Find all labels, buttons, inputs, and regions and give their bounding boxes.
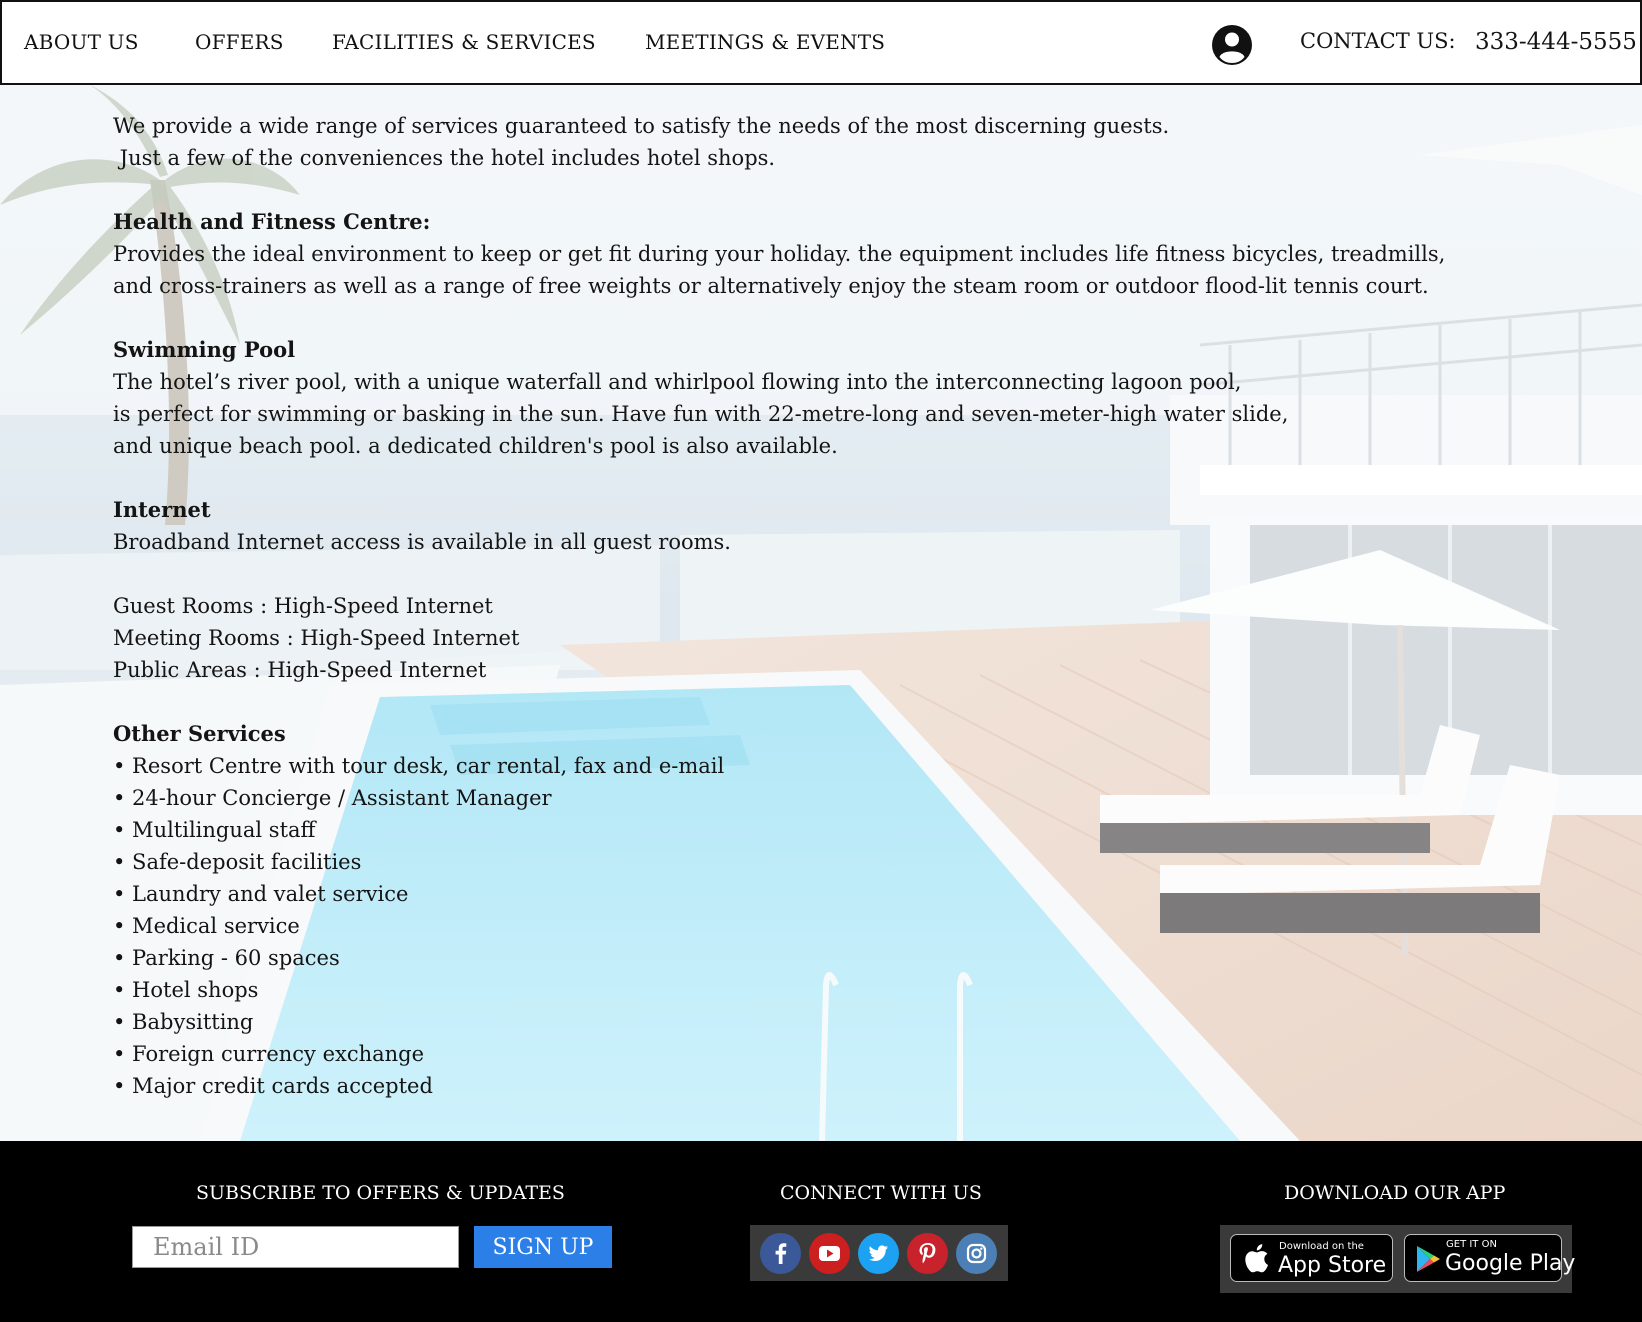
- app-store-links: Download on the App Store GET IT ON Goog…: [1220, 1225, 1575, 1293]
- list-item: • Major credit cards accepted: [113, 1074, 433, 1098]
- list-item: • Resort Centre with tour desk, car rent…: [113, 754, 725, 778]
- google-play-big-text: Google Play: [1445, 1251, 1576, 1276]
- health-fitness-text: Provides the ideal environment to keep o…: [113, 242, 1446, 266]
- list-item: • Multilingual staff: [113, 818, 316, 842]
- swimming-pool-text: is perfect for swimming or basking in th…: [113, 402, 1289, 426]
- list-item: • Hotel shops: [113, 978, 259, 1002]
- google-play-icon: [1417, 1246, 1440, 1272]
- internet-text: Broadband Internet access is available i…: [113, 530, 731, 554]
- nav-facilities-services[interactable]: FACILITIES & SERVICES: [332, 30, 596, 54]
- intro-line-1: We provide a wide range of services guar…: [113, 114, 1170, 138]
- other-services-heading: Other Services: [113, 721, 286, 746]
- internet-area-guest-rooms: Guest Rooms : High-Speed Internet: [113, 594, 493, 618]
- app-title: DOWNLOAD OUR APP: [1284, 1182, 1506, 1204]
- user-circle-icon[interactable]: [1211, 24, 1253, 66]
- subscribe-title: SUBSCRIBE TO OFFERS & UPDATES: [196, 1182, 565, 1204]
- google-play-small-text: GET IT ON: [1446, 1239, 1497, 1250]
- swimming-pool-heading: Swimming Pool: [113, 337, 296, 362]
- nav-about-us[interactable]: ABOUT US: [24, 30, 139, 54]
- internet-heading: Internet: [113, 497, 211, 522]
- app-store-small-text: Download on the: [1279, 1241, 1364, 1252]
- google-play-button[interactable]: GET IT ON Google Play: [1404, 1234, 1575, 1282]
- contact-label: CONTACT US:: [1300, 29, 1456, 53]
- health-fitness-heading: Health and Fitness Centre:: [113, 209, 431, 234]
- twitter-icon[interactable]: [858, 1233, 899, 1274]
- instagram-icon[interactable]: [956, 1233, 997, 1274]
- pinterest-icon[interactable]: [907, 1233, 948, 1274]
- footer: SUBSCRIBE TO OFFERS & UPDATES SIGN UP CO…: [0, 1141, 1642, 1322]
- health-fitness-text: and cross-trainers as well as a range of…: [113, 274, 1429, 298]
- swimming-pool-text: The hotel’s river pool, with a unique wa…: [113, 370, 1242, 394]
- list-item: • Parking - 60 spaces: [113, 946, 340, 970]
- facilities-content: We provide a wide range of services guar…: [113, 110, 1446, 1102]
- list-item: • Safe-deposit facilities: [113, 850, 362, 874]
- list-item: • Laundry and valet service: [113, 882, 409, 906]
- swimming-pool-text: and unique beach pool. a dedicated child…: [113, 434, 838, 458]
- social-links: [750, 1225, 1008, 1281]
- apple-icon: [1245, 1244, 1269, 1273]
- list-item: • 24-hour Concierge / Assistant Manager: [113, 786, 552, 810]
- internet-area-public-areas: Public Areas : High-Speed Internet: [113, 658, 487, 682]
- internet-area-meeting-rooms: Meeting Rooms : High-Speed Internet: [113, 626, 520, 650]
- list-item: • Babysitting: [113, 1010, 254, 1034]
- app-store-big-text: App Store: [1278, 1253, 1387, 1278]
- app-store-button[interactable]: Download on the App Store: [1230, 1234, 1393, 1282]
- intro-line-2: Just a few of the conveniences the hotel…: [113, 146, 776, 170]
- email-field[interactable]: [132, 1226, 459, 1268]
- contact-phone[interactable]: 333-444-5555: [1475, 29, 1637, 55]
- list-item: • Medical service: [113, 914, 300, 938]
- nav-meetings-events[interactable]: MEETINGS & EVENTS: [645, 30, 885, 54]
- top-navigation-bar: ABOUT US OFFERS FACILITIES & SERVICES ME…: [0, 0, 1642, 85]
- sign-up-button[interactable]: SIGN UP: [474, 1226, 612, 1268]
- connect-title: CONNECT WITH US: [780, 1182, 982, 1204]
- nav-offers[interactable]: OFFERS: [195, 30, 284, 54]
- youtube-icon[interactable]: [809, 1233, 850, 1274]
- facebook-icon[interactable]: [760, 1233, 801, 1274]
- list-item: • Foreign currency exchange: [113, 1042, 425, 1066]
